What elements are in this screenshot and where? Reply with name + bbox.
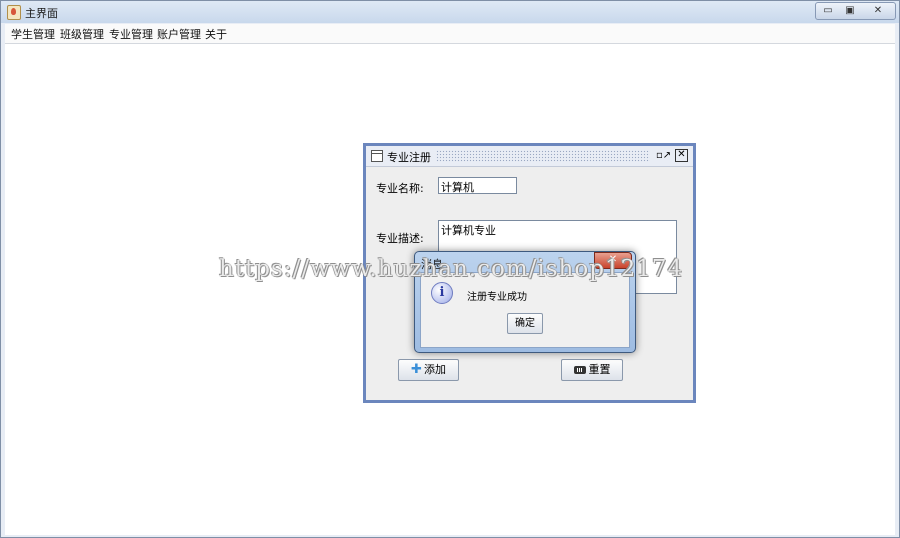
java-cup-icon xyxy=(7,5,21,20)
menu-about[interactable]: 关于 xyxy=(203,26,229,42)
title-grip xyxy=(436,150,650,162)
ok-button[interactable]: 确定 xyxy=(507,313,543,334)
menu-major[interactable]: 专业管理 xyxy=(107,26,155,42)
window-title: 主界面 xyxy=(25,7,58,20)
reset-button-label: 重置 xyxy=(588,363,611,376)
dialog-body: i 注册专业成功 确定 xyxy=(420,272,630,348)
watermark-text: https://www.huzhan.com/ishop12174 xyxy=(219,256,684,282)
restore-icon[interactable]: ▫↗ xyxy=(656,150,671,162)
add-button[interactable]: ✚ 添加 xyxy=(398,359,459,381)
info-icon: i xyxy=(431,282,453,304)
dialog-message: 注册专业成功 xyxy=(467,292,527,303)
menu-account[interactable]: 账户管理 xyxy=(155,26,203,42)
menu-bar: 学生管理 班级管理 专业管理 账户管理 关于 xyxy=(5,24,895,44)
close-button[interactable]: ✕ xyxy=(861,2,896,20)
frame-close-icon[interactable]: ✕ xyxy=(675,149,688,162)
menu-student[interactable]: 学生管理 xyxy=(9,26,57,42)
frame-title-bar[interactable]: 专业注册 ▫↗ ✕ xyxy=(366,146,693,167)
frame-icon xyxy=(371,150,383,162)
frame-title: 专业注册 xyxy=(387,151,431,164)
major-name-label: 专业名称: xyxy=(376,182,424,195)
add-button-label: 添加 xyxy=(423,363,446,376)
major-name-input[interactable]: 计算机 xyxy=(438,177,517,194)
plus-icon: ✚ xyxy=(411,362,422,377)
reset-button[interactable]: 重置 xyxy=(561,359,623,381)
minimize-button[interactable]: ▭ xyxy=(815,2,841,20)
maximize-button[interactable]: ▣ xyxy=(839,2,862,20)
menu-class[interactable]: 班级管理 xyxy=(58,26,106,42)
reset-icon xyxy=(573,366,586,374)
title-bar[interactable]: 主界面 ▭ ▣ ✕ xyxy=(1,1,899,23)
major-desc-label: 专业描述: xyxy=(376,232,424,245)
